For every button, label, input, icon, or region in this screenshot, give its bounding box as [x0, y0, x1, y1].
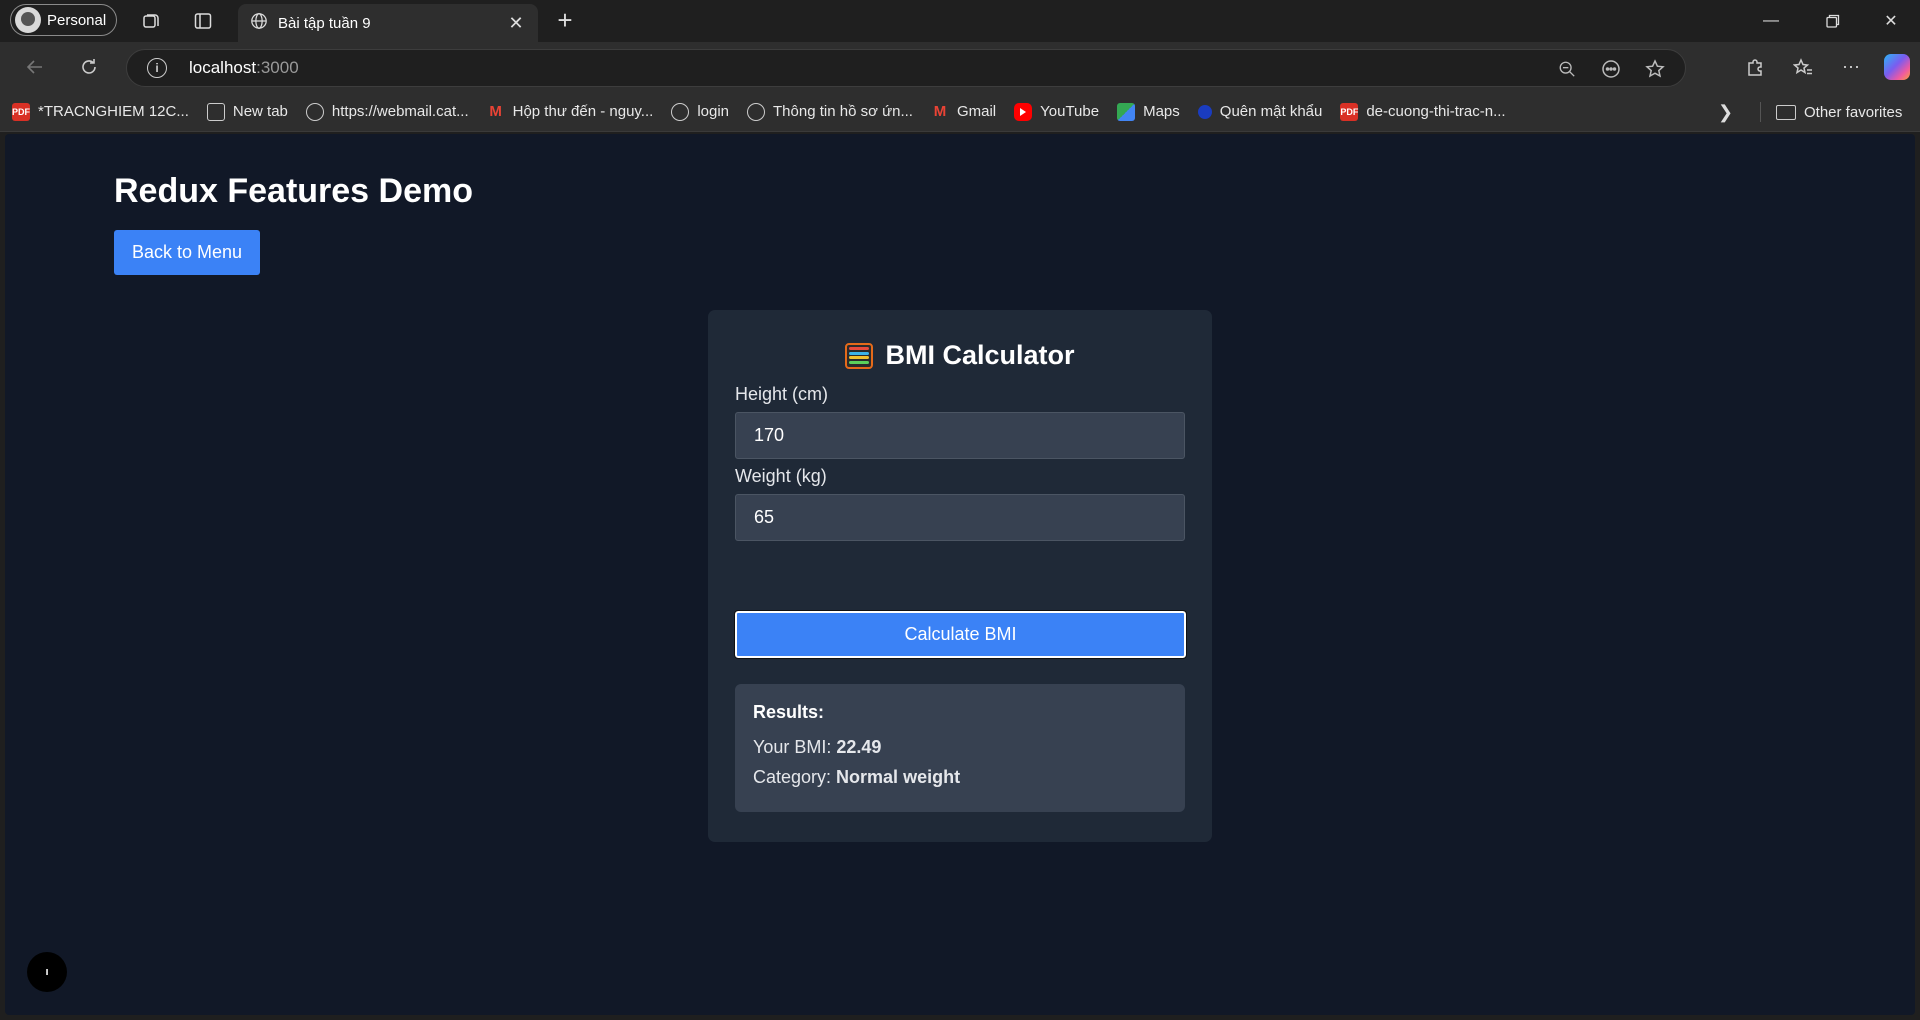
height-label: Height (cm)	[735, 384, 829, 404]
favorites-icon[interactable]	[1788, 52, 1818, 82]
profile-label: Personal	[47, 11, 107, 29]
globe-icon	[250, 12, 268, 34]
bookmark-item[interactable]: M Gmail	[931, 103, 996, 121]
minimize-icon[interactable]: —	[1748, 6, 1794, 36]
more-menu-icon[interactable]: ⋯	[1836, 52, 1866, 82]
bookmark-item[interactable]: New tab	[206, 102, 288, 121]
globe-icon	[671, 102, 690, 121]
results-panel: Results: Your BMI: 22.49 Category: Norma…	[735, 684, 1185, 812]
browser-toolbar: i localhost:3000 ⋯	[0, 42, 1920, 92]
close-window-icon[interactable]: ✕	[1868, 6, 1914, 36]
workspaces-icon[interactable]	[138, 8, 164, 34]
close-tab-icon[interactable]: ✕	[506, 13, 526, 34]
bmi-value: 22.49	[836, 737, 882, 757]
toolbar-right: ⋯	[1740, 52, 1910, 82]
pdf-icon: PDF	[1340, 102, 1359, 121]
gmail-icon: M	[489, 103, 502, 120]
bmi-title-text: BMI Calculator	[885, 340, 1075, 370]
category-result-row: Category: Normal weight	[753, 767, 961, 787]
site-info-icon[interactable]: i	[147, 58, 167, 78]
bookmark-item[interactable]: Maps	[1117, 102, 1180, 121]
bookmark-item[interactable]: YouTube	[1014, 102, 1099, 121]
pdf-icon: PDF	[12, 102, 30, 121]
restore-icon[interactable]	[1810, 6, 1856, 36]
weight-label: Weight (kg)	[735, 466, 827, 486]
bookmark-item[interactable]: PDF *TRACNGHIEM 12C...	[12, 102, 189, 121]
folder-icon	[1776, 104, 1796, 120]
bmi-result-row: Your BMI: 22.49	[753, 737, 882, 757]
calculate-bmi-button[interactable]: Calculate BMI	[734, 610, 1187, 659]
dev-tools-badge[interactable]: ı	[27, 952, 67, 992]
bookmark-item[interactable]: Thông tin hồ sơ ứn...	[747, 102, 913, 121]
url-text[interactable]: localhost:3000	[189, 58, 299, 78]
divider	[1760, 102, 1761, 122]
bookmark-item[interactable]: M Hộp thư đến - nguy...	[487, 103, 653, 121]
back-arrow-icon[interactable]	[20, 52, 50, 82]
page-viewport: Redux Features Demo Back to Menu BMI Cal…	[5, 134, 1915, 1015]
bookmark-item[interactable]: login	[671, 102, 729, 121]
bookmark-item[interactable]: Quên mật khẩu	[1197, 103, 1322, 120]
profile-button[interactable]: Personal	[10, 4, 118, 36]
favorite-star-icon[interactable]	[1643, 57, 1667, 81]
globe-icon	[305, 102, 324, 121]
new-tab-icon[interactable]: +	[552, 7, 578, 34]
address-bar-actions	[1555, 57, 1667, 81]
vertical-tabs-icon[interactable]	[190, 8, 216, 34]
reading-mode-icon[interactable]	[1599, 57, 1623, 81]
bookmarks-bar: PDF *TRACNGHIEM 12C... New tab https://we…	[0, 92, 1920, 132]
extensions-icon[interactable]	[1740, 52, 1770, 82]
globe-icon	[747, 102, 766, 121]
avatar	[15, 7, 41, 33]
bookmark-item[interactable]: PDF de-cuong-thi-trac-n...	[1340, 102, 1506, 121]
bmi-card-title: BMI Calculator	[708, 340, 1212, 371]
bookmark-item[interactable]: https://webmail.cat...	[305, 102, 469, 121]
abacus-icon	[845, 342, 874, 369]
address-bar[interactable]: i localhost:3000	[126, 49, 1686, 87]
category-value: Normal weight	[836, 767, 961, 787]
new-tab-icon	[206, 102, 225, 121]
page-title: Redux Features Demo	[114, 172, 473, 210]
results-title: Results:	[753, 702, 825, 722]
back-to-menu-button[interactable]: Back to Menu	[114, 230, 260, 275]
maps-icon	[1117, 102, 1136, 121]
tab-title: Bài tập tuần 9	[278, 14, 371, 32]
copilot-icon[interactable]	[1884, 54, 1910, 80]
tab-active[interactable]: Bài tập tuần 9 ✕	[238, 4, 538, 42]
chevron-right-icon[interactable]: ❯	[1718, 92, 1733, 132]
weight-input[interactable]: 65	[735, 494, 1185, 541]
height-input[interactable]: 170	[735, 412, 1185, 459]
browser-tab-strip: Personal Bài tập tuần 9 ✕ + — ✕	[0, 0, 1920, 42]
zoom-out-icon[interactable]	[1555, 57, 1579, 81]
other-favorites[interactable]: Other favorites	[1776, 92, 1902, 132]
gmail-icon: M	[933, 103, 947, 120]
site-icon	[1197, 104, 1212, 119]
youtube-icon	[1014, 102, 1033, 121]
bmi-calculator-card: BMI Calculator Height (cm) 170 Weight (k…	[708, 310, 1212, 842]
reload-icon[interactable]	[74, 52, 104, 82]
